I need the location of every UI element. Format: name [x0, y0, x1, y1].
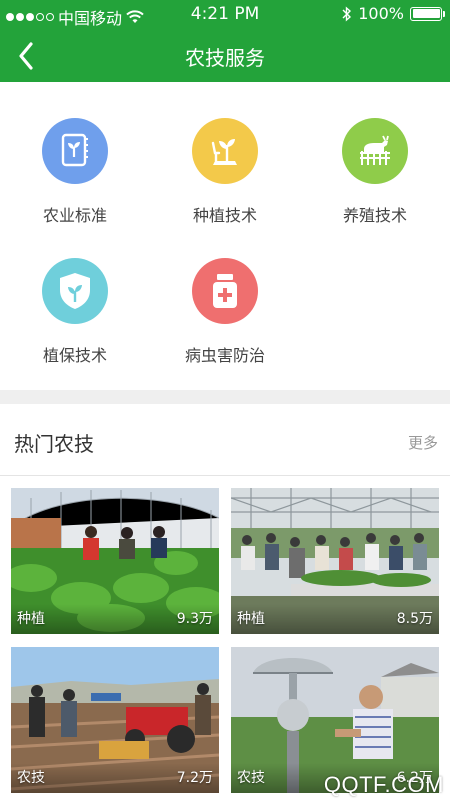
category-label: 养殖技术 — [342, 206, 407, 225]
section-divider — [0, 390, 450, 404]
category-plant-protection[interactable]: 植保技术 — [0, 258, 150, 366]
more-link[interactable]: 更多 — [408, 432, 438, 453]
category-label: 植保技术 — [42, 346, 107, 365]
category-agri-standard[interactable]: 农业标准 — [0, 118, 150, 226]
status-bar: 中国移动 4:21 PM 100% — [0, 0, 450, 30]
card-views: 7.2万 — [176, 770, 213, 786]
card-tag: 农技 — [17, 770, 45, 786]
card-tag: 种植 — [237, 611, 265, 627]
medicine-bottle-icon — [192, 258, 258, 324]
category-breeding[interactable]: 养殖技术 — [300, 118, 450, 226]
category-label: 种植技术 — [192, 206, 257, 225]
category-pest-control[interactable]: 病虫害防治 — [150, 258, 300, 366]
battery-icon — [410, 6, 445, 21]
book-sprout-icon — [42, 118, 108, 184]
card-tag: 农技 — [237, 770, 265, 786]
battery-percent: 100% — [358, 4, 404, 23]
card-tag: 种植 — [17, 611, 45, 627]
hot-section-header: 热门农技 更多 — [0, 404, 450, 476]
category-label: 病虫害防治 — [184, 346, 265, 365]
shield-sprout-icon — [42, 258, 108, 324]
article-card[interactable]: 种植 9.3万 — [11, 488, 219, 634]
category-label: 农业标准 — [42, 206, 107, 225]
planting-icon — [192, 118, 258, 184]
page-title: 农技服务 — [185, 46, 265, 70]
nav-bar: 农技服务 — [0, 30, 450, 82]
card-views: 8.5万 — [396, 611, 433, 627]
section-title: 热门农技 — [14, 432, 94, 456]
article-card[interactable]: 种植 8.5万 — [231, 488, 439, 634]
category-grid: 农业标准 种植技术 养殖技术 植保技术 病虫害防治 — [0, 82, 450, 390]
category-planting[interactable]: 种植技术 — [150, 118, 300, 226]
article-card[interactable]: 农技 7.2万 — [11, 647, 219, 793]
watermark: QQTF.COM — [323, 772, 444, 797]
card-views: 9.3万 — [176, 611, 213, 627]
bluetooth-icon — [342, 5, 352, 22]
goat-fence-icon — [342, 118, 408, 184]
